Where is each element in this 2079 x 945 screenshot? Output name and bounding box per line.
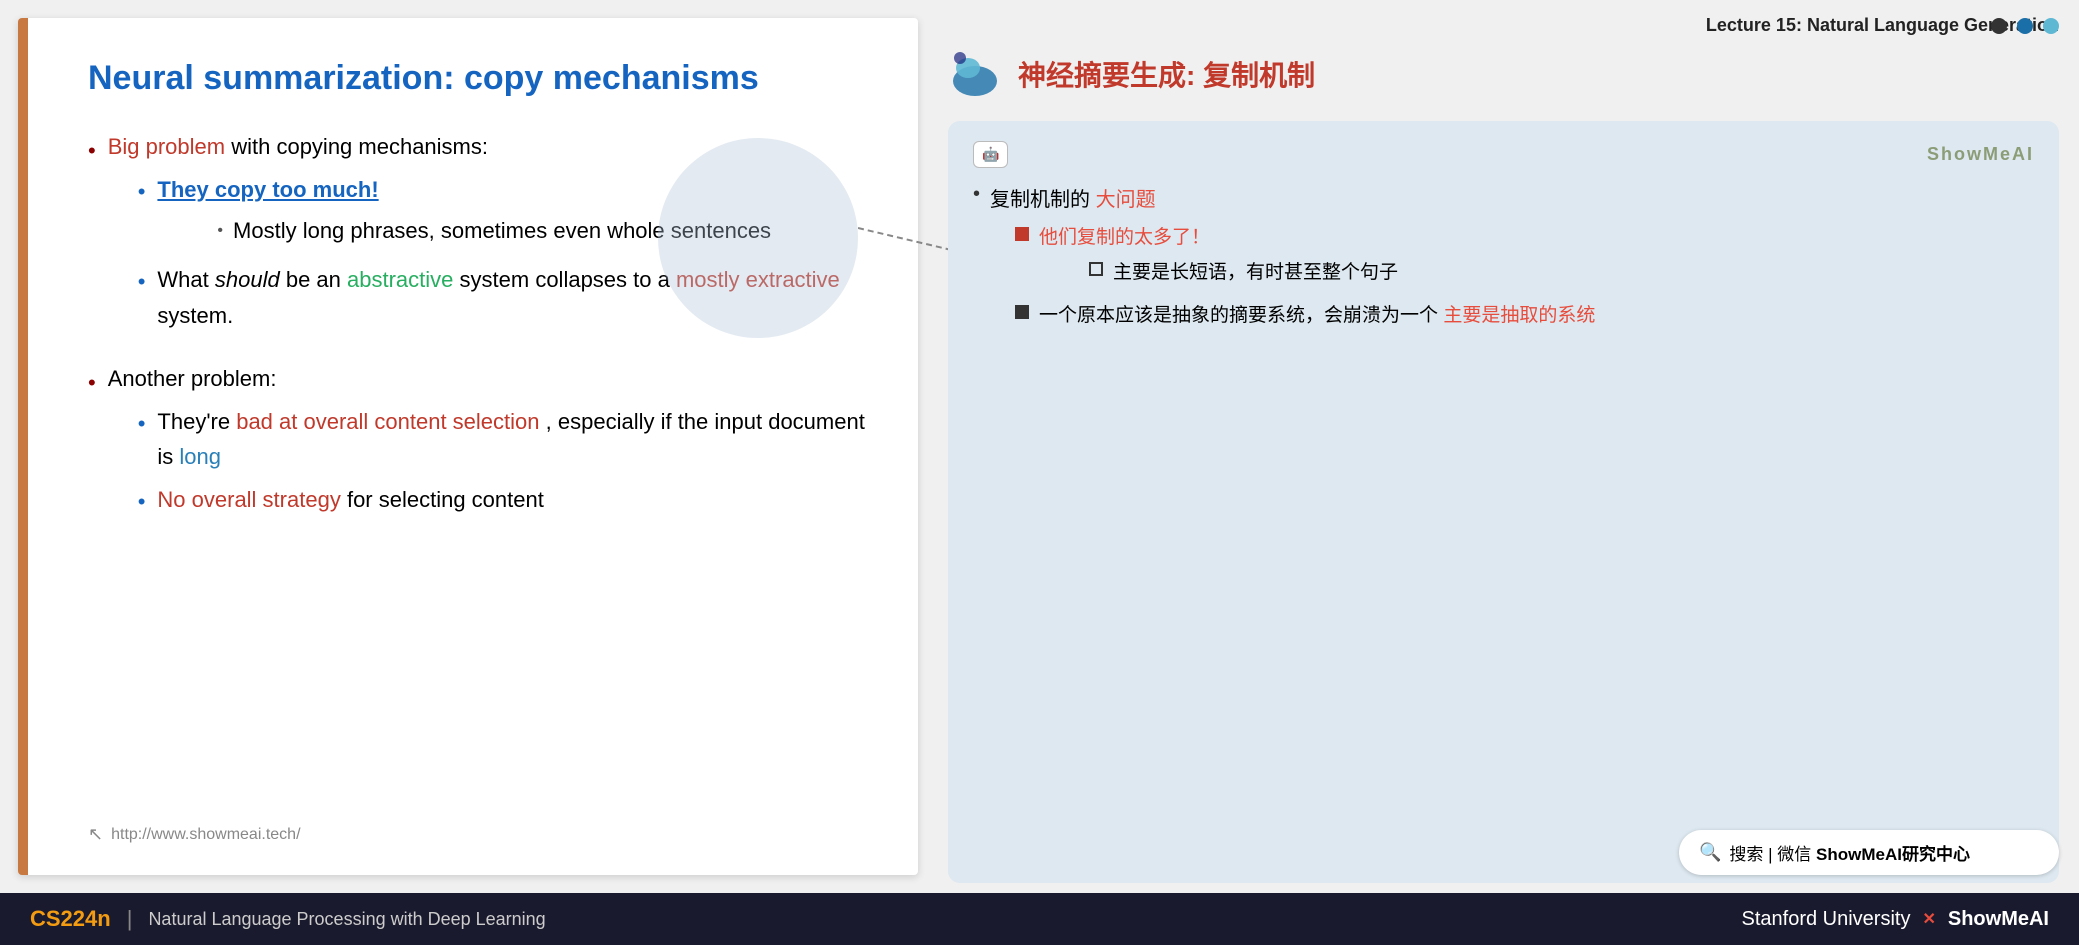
text-with-copying: with copying mechanisms: [231,134,488,159]
cn-text-copy-too-much: 他们复制的太多了！ [1039,227,1210,248]
hollow-square-icon [1089,262,1103,276]
dark-square-icon [1015,305,1029,319]
text-be-an: be an [286,267,347,292]
footer-url: http://www.showmeai.tech/ [111,826,300,844]
nav-dot-2[interactable] [2017,18,2033,34]
card-bullet-l1: • 复制机制的 大问题 他们复制的太多了！ 主要是长短语，有 [973,183,2034,335]
right-panel: Lecture 15: Natural Language Generation … [918,0,2079,893]
x-symbol: ✕ [1922,909,1935,929]
ai-icon: 🤖 [973,141,1008,168]
showmeai-footer-text: ShowMeAI [1948,908,2049,931]
card-bullet-l2-red: 他们复制的太多了！ 主要是长短语，有时甚至整个句子 [1015,222,1595,292]
course-code: CS224n [30,906,111,932]
right-title-cn: 神经摘要生成: 复制机制 [1018,54,1315,94]
text-long: long [179,444,221,469]
showmeai-card: 🤖 ShowMeAI • 复制机制的 大问题 他们复制的太多了！ [948,121,2059,883]
showmeai-logo [948,46,1003,101]
slide-title: Neural summarization: copy mechanisms [88,58,868,99]
right-header: 神经摘要生成: 复制机制 [948,46,2059,101]
text-for-selecting: for selecting content [347,487,544,512]
course-subtitle: Natural Language Processing with Deep Le… [148,909,545,930]
text-theyre: They're [157,409,236,434]
text-what: What [157,267,214,292]
bullet-l1-2: • Another problem: • They're bad at over… [88,361,868,528]
text-bad-content: bad at overall content selection [236,409,539,434]
text-copy-too-much: They copy too much! [157,177,378,202]
cn-text-big-problem: 大问题 [1096,189,1156,211]
bullet-l2-dot-4: • [138,484,146,519]
ai-icon-text: 🤖 [982,146,999,162]
search-icon: 🔍 [1699,842,1721,863]
bottom-left: CS224n | Natural Language Processing wit… [30,906,546,932]
slide-footer: ↖ http://www.showmeai.tech/ [88,824,868,845]
text-abstractive: abstractive [347,267,453,292]
bullet-dot: • [88,133,96,168]
bottom-right: Stanford University ✕ ShowMeAI [1742,908,2050,931]
card-bullet-l2-dark: 一个原本应该是抽象的摘要系统，会崩溃为一个 主要是抽取的系统 [1015,300,1595,327]
card-dot-l1: • [973,183,980,206]
bullet-l2-bad: • They're bad at overall content selecti… [138,404,868,474]
cn-text-extractive: 主要是抽取的系统 [1443,305,1595,326]
text-no-strategy: No overall strategy [157,487,340,512]
card-bullet-l3-phrases: 主要是长短语，有时甚至整个句子 [1089,257,1398,284]
bullet-l2-dot-3: • [138,406,146,441]
cn-text-copy-mechanism: 复制机制的 [990,189,1090,211]
showmeai-brand-text: ShowMeAI [1927,144,2034,165]
left-slide-panel: Neural summarization: copy mechanisms • … [18,18,918,875]
bottom-bar: CS224n | Natural Language Processing wit… [0,893,2079,945]
cn-text-long-phrases: 主要是长短语，有时甚至整个句子 [1113,257,1398,284]
bullet-dot-2: • [88,365,96,400]
cn-text-abstract-system: 一个原本应该是抽象的摘要系统，会崩溃为一个 [1039,305,1438,326]
text-big-problem: Big problem [108,134,225,159]
nav-dot-3[interactable] [2043,18,2059,34]
lecture-title: Lecture 15: Natural Language Generation [948,15,2059,36]
text-system-collapses: system collapses to a [460,267,676,292]
logo-svg [948,46,1003,101]
bullet-l2-strategy: • No overall strategy for selecting cont… [138,482,868,519]
bottom-divider: | [127,906,133,932]
bullet-l2-dot-2: • [138,264,146,299]
bullet-l2-dot: • [138,174,146,209]
nav-dots [1991,18,2059,34]
card-header: 🤖 ShowMeAI [973,141,2034,168]
text-should: should [215,267,280,292]
watermark-circle [658,138,858,338]
main-content: Neural summarization: copy mechanisms • … [0,0,2079,893]
text-another-problem: Another problem: [108,366,277,391]
nav-dot-1[interactable] [1991,18,2007,34]
search-text: 搜索 | 微信 ShowMeAI研究中心 [1729,840,1970,865]
cursor-icon: ↖ [88,824,103,845]
search-bar[interactable]: 🔍 搜索 | 微信 ShowMeAI研究中心 [1679,830,2059,875]
text-system: system. [157,303,233,328]
stanford-text: Stanford University [1742,908,1911,931]
red-square-icon [1015,227,1029,241]
bullet-l3-dot: • [217,218,223,244]
